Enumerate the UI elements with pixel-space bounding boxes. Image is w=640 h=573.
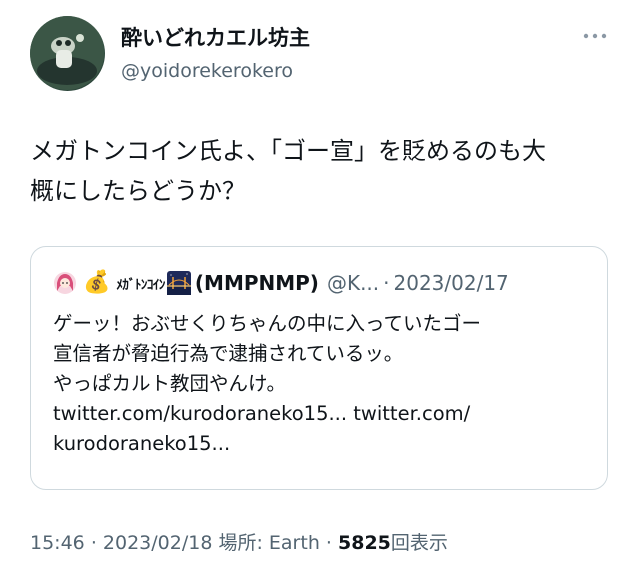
money-bag-icon: 💰 (83, 270, 111, 295)
quoted-tweet[interactable]: 💰 ﾒｶﾞﾄﾝｺｲﾝ (MMPNMP) @K... · 2023/02/17 ゲ… (30, 246, 608, 490)
quoted-tweet-date: 2023/02/17 (393, 271, 509, 295)
tweet-line: 概にしたらどうか？ (30, 177, 246, 205)
quoted-line: 宣信者が脅迫行為で逮捕されているッ。 (53, 342, 404, 365)
separator-dot: · (325, 532, 332, 554)
quoted-author-name: (MMPNMP) (194, 271, 319, 295)
view-count: 5825 (338, 532, 391, 554)
quoted-tweet-header: 💰 ﾒｶﾞﾄﾝｺｲﾝ (MMPNMP) @K... · 2023/02/17 (53, 269, 593, 297)
tweet-date[interactable]: 2023/02/18 (103, 532, 213, 554)
tweet-location: 場所: Earth (218, 532, 320, 554)
tweet-text: メガトンコイン氏よ、「ゴー宣」を貶めるのも大 概にしたらどうか？ (30, 131, 620, 211)
separator-dot: · (383, 271, 390, 295)
night-bridge-icon (166, 271, 191, 295)
quoted-author-name-prefix: ﾒｶﾞﾄﾝｺｲﾝ (116, 277, 165, 293)
quoted-author-handle: @K... (326, 271, 380, 295)
quoted-link-line[interactable]: twitter.com/kurodoraneko15... twitter.co… (53, 399, 593, 429)
more-options-icon[interactable] (582, 30, 608, 42)
quoted-line: やっぱカルト教団やんけ。 (53, 372, 287, 395)
separator-dot: · (90, 532, 97, 554)
tweet-line: メガトンコイン氏よ、「ゴー宣」を貶めるのも大 (30, 137, 546, 165)
quoted-line: ゲーッ！おぶせくりちゃんの中に入っていたゴー (53, 312, 482, 335)
view-count-label: 回表示 (390, 532, 448, 554)
quoted-link-line[interactable]: kurodoraneko15... (53, 429, 593, 459)
quoted-tweet-text: ゲーッ！おぶせくりちゃんの中に入っていたゴー 宣信者が脅迫行為で逮捕されているッ… (53, 309, 593, 459)
author-avatar[interactable] (30, 16, 105, 91)
tweet-meta: 15:46 · 2023/02/18 場所: Earth · 5825回表示 (30, 530, 448, 556)
anime-girl-avatar-icon[interactable] (53, 271, 77, 295)
author-handle[interactable]: @yoidorekerokero (121, 59, 293, 83)
author-display-name[interactable]: 酔いどれカエル坊主 (121, 24, 310, 52)
tweet-time[interactable]: 15:46 (30, 532, 85, 554)
